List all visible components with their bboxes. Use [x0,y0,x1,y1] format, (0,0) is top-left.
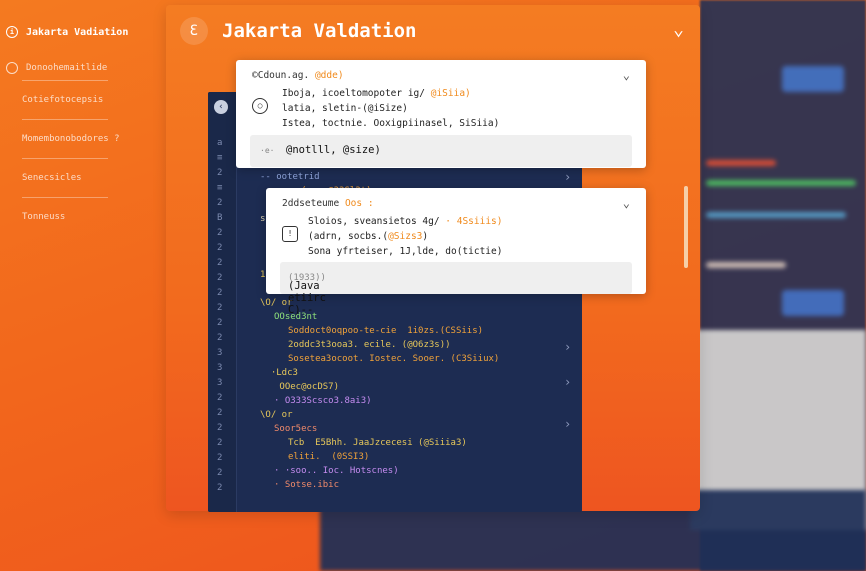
line-number: 2 [217,423,223,433]
record-icon: ○ [252,98,268,114]
code-line: Soddoct0oqpoo-te-cie 1i0zs.(CSSiis) [288,326,484,336]
card-line: (adrn, socbs.(@Sizs3) [308,231,429,242]
code-line: Tcb E5Bhh. JaaJzcecesi (@Siiia3) [288,438,467,448]
chevron-down-icon[interactable]: ⌄ [623,196,630,210]
line-number: 2 [217,453,223,463]
background-line [706,212,846,218]
card-line: latia, sletin-(@iSize) [282,103,408,114]
code-line: \O/ or [260,410,293,420]
sidebar-item-label: Senecsicles [22,173,82,183]
line-number: ≡ [217,183,223,193]
line-number: 3 [217,363,223,373]
sidebar-item-label: Tonneuss [22,212,66,222]
line-number: 2 [217,333,223,343]
code-line: -- ootetrid [260,172,320,182]
sidebar-item-jakarta-validation[interactable]: i Jakarta Vadiation [0,20,170,44]
line-number: 2 [217,228,223,238]
sidebar-item[interactable]: Cotiefotocepsis [0,81,170,119]
card-heading-text: ©Cdoun.ag. [252,70,310,81]
circle-icon [6,62,18,74]
code-line: · O333Scsco3.8ai3) [274,396,372,406]
line-number: 2 [217,303,223,313]
sidebar-item-label: Donoohemaitlide [26,63,108,73]
chevron-down-icon[interactable]: ⌄ [623,68,630,82]
sidebar-item[interactable]: Senecsicles [0,159,170,197]
chevron-right-icon[interactable]: › [564,375,571,389]
line-number: 2 [217,468,223,478]
card-line: Sona yfrteiser, 1J,lde, do(tictie) [308,246,503,257]
annotation-prefix: ·e· [260,146,275,155]
line-number: 2 [217,438,223,448]
editor-gutter: ‹ a ≡ 2 ≡ 2 B 2 2 2 2 2 2 2 2 3 3 3 2 2 2 2 2 2 2 [208,92,237,512]
sidebar-item[interactable]: Donoohemaitlide [0,56,170,80]
line-number: 3 [217,378,223,388]
card-heading-accent: @dde) [314,70,344,81]
window-header: Ɛ Jakarta Valdation [180,17,416,45]
code-line: eliti. (0SSI3) [288,452,370,462]
card-heading: ©Cdoun.ag. @dde) [252,70,344,81]
line-number: ≡ [217,153,223,163]
line-number: 2 [217,168,223,178]
sidebar-item-label: Jakarta Vadiation [26,26,129,38]
line-number: 2 [217,288,223,298]
code-line: Sosetea3ocoot. Iostec. Sooer. (C3Siiux) [288,354,500,364]
sidebar-item-label: Momembonobodores ? [22,134,120,144]
line-number: 3 [217,348,223,358]
scrollbar[interactable] [684,186,688,268]
info-icon: ! [282,226,298,242]
line-number: 2 [217,198,223,208]
validation-card-2[interactable]: 2ddseteume Oos : ⌄ ! Sloios, sveansietos… [266,188,646,316]
chevron-right-icon[interactable]: › [564,170,571,184]
info-icon: i [6,26,18,38]
background-button [782,290,844,316]
code-line: ·Ldc3 [260,368,298,378]
sidebar-item-label: Cotiefotocepsis [22,95,104,105]
code-line: · Sotse.ibic [274,480,340,490]
sidebar-item[interactable]: Momembonobodores ? [0,120,170,158]
sidebar-item[interactable]: Tonneuss [0,198,170,236]
app-logo-icon: Ɛ [180,17,208,45]
annotation-summary: (Java etiirc C)-- (1933)) [280,262,632,316]
line-number: 2 [217,258,223,268]
line-number: 2 [217,318,223,328]
card-line: Iboja, icoeltomopoter ig/ @iSiia) [282,88,471,99]
code-line: Soor5ecs [274,424,318,434]
card-heading-text: 2ddseteume [282,198,340,209]
background-line [706,160,776,166]
line-number: 2 [217,243,223,253]
annotation-text: @notlll, @size) [286,144,381,156]
line-number: 2 [217,408,223,418]
line-number: B [217,213,223,223]
card-line: Istea, toctnie. Ooxigpiinasel, SiSiia) [282,118,500,129]
code-line: · ·soo.. Ioc. Hotscnes) [274,466,399,476]
chevron-down-icon[interactable]: ⌄ [673,19,684,40]
chevron-right-icon[interactable]: › [564,417,571,431]
line-number: a [217,138,223,148]
code-line: 2oddc3t3ooa3. ecile. (@O6z3s)) [288,340,451,350]
background-line [706,262,786,268]
annotation-summary: ·e· @notlll, @size) [250,135,632,167]
chevron-right-icon[interactable]: › [564,340,571,354]
code-line: OOec@ocDS7) [274,382,340,392]
annotation-text: (Java etiirc C)-- (1933)) [288,273,326,316]
background-button [782,66,844,92]
line-number: 2 [217,393,223,403]
background-line [706,180,856,186]
card-heading-accent: Oos : [344,198,374,209]
card-line: Sloios, sveansietos 4g/ · 4Ssiiis) [308,216,503,227]
back-icon[interactable]: ‹ [214,100,228,114]
line-number: 2 [217,483,223,493]
sidebar: i Jakarta Vadiation Donoohemaitlide Coti… [0,20,170,236]
validation-card-1[interactable]: ©Cdoun.ag. @dde) ⌄ ○ Iboja, icoeltomopot… [236,60,646,168]
window-title: Jakarta Valdation [222,20,417,42]
card-heading: 2ddseteume Oos : [282,198,374,209]
line-number: 2 [217,273,223,283]
